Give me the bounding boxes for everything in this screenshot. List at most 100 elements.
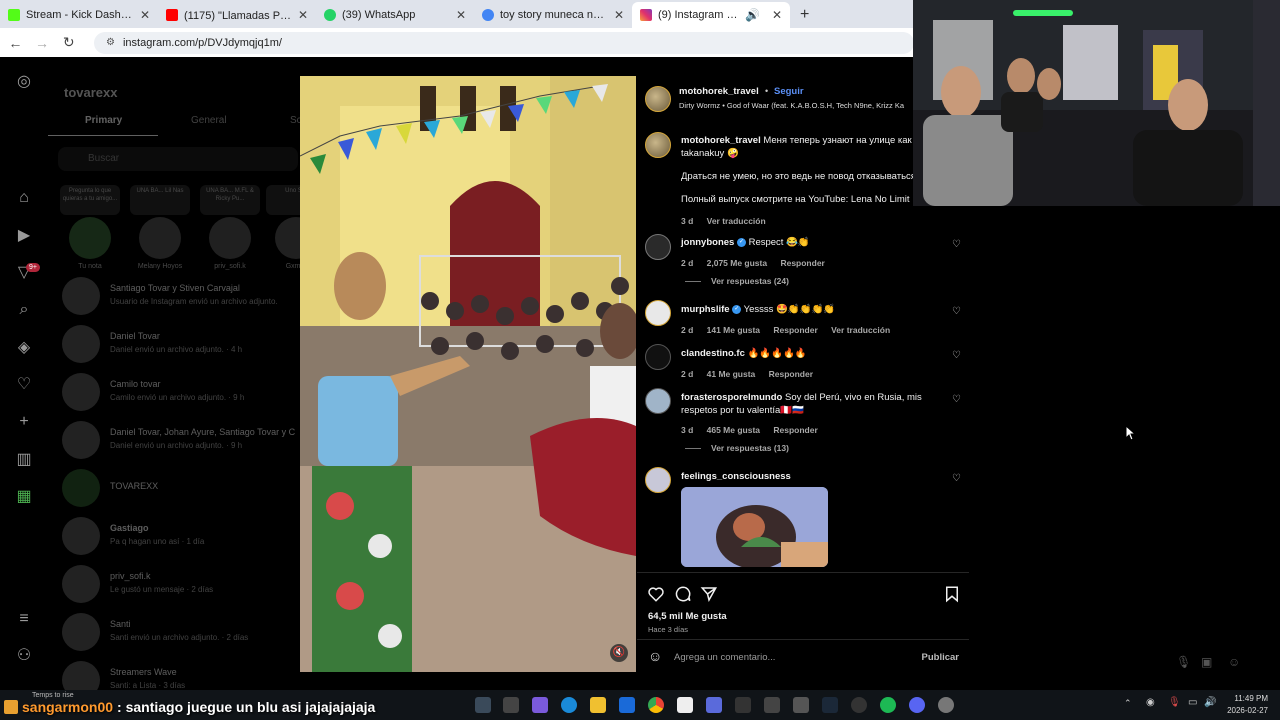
conversation-item[interactable]: Santiago Tovar y Stiven Carvajal Usuario … [62, 273, 302, 317]
menu-icon[interactable]: ≡ [15, 610, 33, 628]
apps-grid-icon[interactable] [735, 697, 751, 713]
close-tab-icon[interactable]: ✕ [456, 8, 466, 22]
image-icon[interactable]: ▣ [1201, 655, 1212, 669]
search-taskbar-icon[interactable] [475, 697, 491, 713]
comment-likes[interactable]: 141 Me gusta [707, 325, 760, 335]
account-username[interactable]: tovarexx [64, 85, 117, 100]
reels-icon[interactable]: ▶ [15, 227, 33, 245]
tab-instagram[interactable]: (9) Instagram • Mensajes 🔊 ✕ [632, 2, 790, 28]
copilot-icon[interactable] [532, 697, 548, 713]
view-replies-link[interactable]: Ver respuestas (24) [685, 276, 789, 286]
see-translation-link[interactable]: Ver traducción [831, 325, 890, 335]
apps-icon[interactable]: ⚇ [15, 647, 33, 665]
like-comment-heart-icon[interactable]: ♡ [952, 473, 961, 484]
commenter-avatar[interactable] [645, 234, 671, 260]
microphone-icon[interactable]: 🎙 [1176, 655, 1191, 669]
tab-google-search[interactable]: toy story muneca no deja de so ✕ [474, 2, 632, 28]
author-username[interactable]: motohorek_travel [679, 86, 759, 97]
spotify-icon[interactable] [880, 697, 896, 713]
reply-button[interactable]: Responder [769, 369, 813, 379]
mute-toggle-icon[interactable]: 🔇 [610, 644, 628, 662]
obs-icon[interactable] [851, 697, 867, 713]
see-translation-link[interactable]: Ver traducción [707, 216, 766, 226]
author-avatar[interactable] [645, 132, 671, 158]
speaker-icon[interactable]: 🔊 [745, 8, 760, 22]
vpn-icon[interactable] [706, 697, 722, 713]
display-tray-icon[interactable]: ▭ [1188, 697, 1197, 708]
url-bar[interactable]: ⚙ instagram.com/p/DVJdymqjq1m/ [94, 31, 915, 54]
reply-button[interactable]: Responder [773, 325, 817, 335]
forward-icon[interactable]: → [35, 35, 50, 51]
like-heart-icon[interactable] [647, 585, 665, 603]
back-icon[interactable]: ← [8, 35, 23, 51]
reply-button[interactable]: Responder [780, 258, 824, 268]
commenter-avatar[interactable] [645, 388, 671, 414]
conversation-item[interactable]: Gastiago Pa q hagan uno así · 1 día [62, 513, 302, 557]
heart-icon[interactable]: ♡ [15, 376, 33, 394]
follow-button[interactable]: Seguir [774, 86, 804, 97]
tab-primary[interactable]: Primary [85, 115, 122, 126]
discord-icon[interactable] [909, 697, 925, 713]
volume-icon[interactable]: 🔊 [1204, 697, 1216, 708]
task-view-icon[interactable] [503, 697, 519, 713]
caption-username[interactable]: motohorek_travel [681, 135, 761, 146]
commenter-username[interactable]: forasterosporelmundo [681, 392, 782, 403]
edge-icon[interactable] [561, 697, 577, 713]
like-count[interactable]: 64,5 mil Me gusta [648, 611, 727, 622]
note-item[interactable]: Pregunta lo que quieras a tu amigo... Tu… [60, 185, 120, 270]
commenter-username[interactable]: feelings_consciousness [681, 471, 791, 482]
comment-gif-image[interactable] [681, 487, 828, 567]
share-send-icon[interactable] [700, 585, 718, 603]
commenter-avatar[interactable] [645, 300, 671, 326]
close-tab-icon[interactable]: ✕ [140, 8, 150, 22]
tab-general[interactable]: General [191, 115, 227, 126]
view-replies-link[interactable]: Ver respuestas (13) [685, 443, 789, 453]
tab-whatsapp[interactable]: (39) WhatsApp ✕ [316, 2, 474, 28]
reload-icon[interactable]: ↻ [61, 34, 76, 51]
explore-icon[interactable]: ◈ [15, 339, 33, 357]
tab-kick-dashboard[interactable]: Stream - Kick Dashboard ✕ [0, 2, 158, 28]
clock[interactable]: 11:49 PM 2026-02-27 [1227, 693, 1268, 717]
comment-input[interactable]: Agrega un comentario... [674, 652, 775, 663]
outlook-icon[interactable] [619, 697, 635, 713]
comment-likes[interactable]: 41 Me gusta [707, 369, 756, 379]
note-item[interactable]: UNA BA... M.FL & Ricky Pu... priv_sofi.k [200, 185, 260, 270]
close-tab-icon[interactable]: ✕ [772, 8, 782, 22]
commenter-username[interactable]: clandestino.fc [681, 348, 745, 359]
close-tab-icon[interactable]: ✕ [614, 8, 624, 22]
emoji-icon[interactable]: ☺ [648, 648, 662, 664]
comment-bubble-icon[interactable] [674, 585, 692, 603]
site-info-icon[interactable]: ⚙ [106, 37, 115, 48]
home-icon[interactable]: ⌂ [15, 189, 33, 207]
dashboard-icon[interactable]: ▥ [15, 451, 33, 469]
comment-likes[interactable]: 2,075 Me gusta [707, 258, 767, 268]
tray-app-icon[interactable]: ◉ [1146, 697, 1155, 708]
conversation-item[interactable]: Daniel Tovar, Johan Ayure, Santiago Tova… [62, 417, 302, 461]
conversation-item[interactable]: Santi Santi envió un archivo adjunto. · 2… [62, 609, 302, 653]
note-item[interactable]: UNA BA... Lil Nas Melany Hoyos [130, 185, 190, 270]
new-tab-button[interactable]: + [790, 2, 819, 28]
tab-youtube[interactable]: (1175) "Llamadas Perdidas 📱" ✕ [158, 2, 316, 28]
like-comment-heart-icon[interactable]: ♡ [952, 350, 961, 361]
conversation-item[interactable]: TOVAREXX [62, 465, 302, 509]
profile-icon[interactable]: ▦ [15, 488, 33, 506]
commenter-avatar[interactable] [645, 344, 671, 370]
comment-likes[interactable]: 465 Me gusta [707, 425, 760, 435]
notepad-icon[interactable] [793, 697, 809, 713]
reply-button[interactable]: Responder [773, 425, 817, 435]
like-comment-heart-icon[interactable]: ♡ [952, 239, 961, 250]
search-icon[interactable]: ⌕ [15, 301, 33, 319]
commenter-username[interactable]: jonnybones [681, 237, 734, 248]
conversation-item[interactable]: Daniel Tovar Daniel envió un archivo adju… [62, 321, 302, 365]
search-input[interactable]: Buscar [58, 147, 298, 171]
capcut-icon[interactable] [764, 697, 780, 713]
like-comment-heart-icon[interactable]: ♡ [952, 306, 961, 317]
instagram-logo-icon[interactable]: ◎ [15, 73, 33, 91]
commenter-avatar[interactable] [645, 467, 671, 493]
file-explorer-icon[interactable] [590, 697, 606, 713]
author-avatar[interactable] [645, 86, 671, 112]
commenter-username[interactable]: murphslife [681, 304, 730, 315]
publish-button[interactable]: Publicar [922, 652, 960, 663]
sticker-icon[interactable]: ☺ [1228, 655, 1240, 669]
conversation-item[interactable]: Camilo tovar Camilo envió un archivo adju… [62, 369, 302, 413]
